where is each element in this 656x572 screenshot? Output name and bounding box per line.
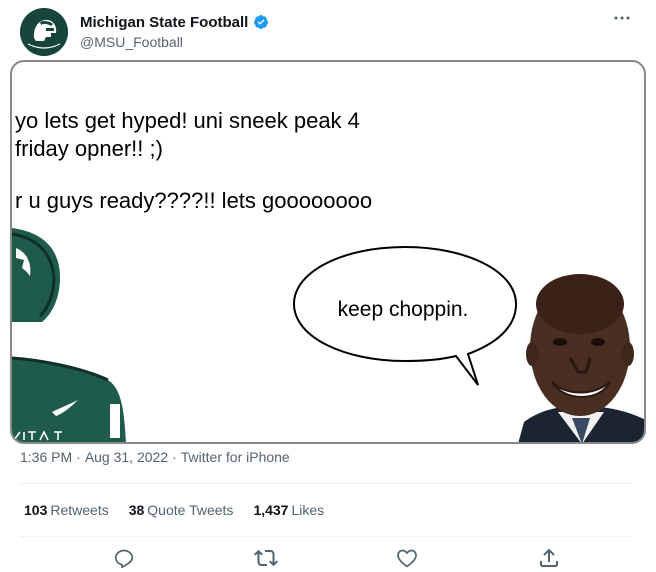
display-name-row: Michigan State Football (80, 12, 269, 32)
divider (20, 536, 632, 537)
speech-bubble-text: keep choppin. (337, 298, 469, 321)
tweet-source[interactable]: Twitter for iPhone (181, 449, 290, 465)
retweet-icon[interactable] (254, 546, 278, 570)
tweet-stats: 103 Retweets 38 Quote Tweets 1,437 Likes (24, 502, 324, 518)
tweet-time[interactable]: 1:36 PM (20, 449, 72, 465)
meme-line-2: friday opner!! ;) (15, 136, 163, 161)
avatar[interactable] (20, 8, 68, 56)
coach-portrait (518, 274, 644, 442)
account-handle[interactable]: @MSU_Football (80, 34, 269, 50)
share-icon[interactable] (537, 546, 561, 570)
divider (20, 483, 632, 484)
reply-icon[interactable] (112, 546, 136, 570)
quote-tweets-label: Quote Tweets (147, 502, 234, 518)
account-names: Michigan State Football @MSU_Football (80, 12, 269, 50)
meme-caption: yo lets get hyped! uni sneek peak 4 frid… (15, 107, 515, 215)
tweet-media-image[interactable]: yo lets get hyped! uni sneek peak 4 frid… (10, 60, 646, 444)
more-horizontal-icon[interactable] (612, 8, 632, 28)
tweet-action-bar (20, 546, 632, 572)
quote-tweets-count: 38 (128, 502, 145, 518)
retweets-stat[interactable]: 103 Retweets (24, 502, 109, 518)
verified-badge-icon (254, 15, 269, 29)
quote-tweets-stat[interactable]: 38 Quote Tweets (129, 502, 234, 518)
spartan-helmet-icon (20, 8, 68, 56)
timestamp-separator: · (76, 449, 81, 465)
meme-line-1: yo lets get hyped! uni sneek peak 4 (15, 108, 360, 133)
likes-label: Likes (291, 502, 325, 518)
retweets-count: 103 (24, 502, 48, 518)
meme-line-3: r u guys ready????!! lets goooooooo (15, 188, 373, 213)
likes-count: 1,437 (253, 502, 289, 518)
tweet-timestamp: 1:36 PM · Aug 31, 2022 · Twitter for iPh… (20, 449, 290, 465)
retweets-label: Retweets (50, 502, 109, 518)
like-icon[interactable] (395, 546, 419, 570)
tweet-header: Michigan State Football @MSU_Football (20, 8, 640, 56)
display-name[interactable]: Michigan State Football (80, 14, 248, 31)
likes-stat[interactable]: 1,437 Likes (253, 502, 324, 518)
timestamp-separator: · (172, 449, 177, 465)
helmet-jersey-illustration (12, 228, 126, 442)
tweet-date[interactable]: Aug 31, 2022 (85, 449, 168, 465)
